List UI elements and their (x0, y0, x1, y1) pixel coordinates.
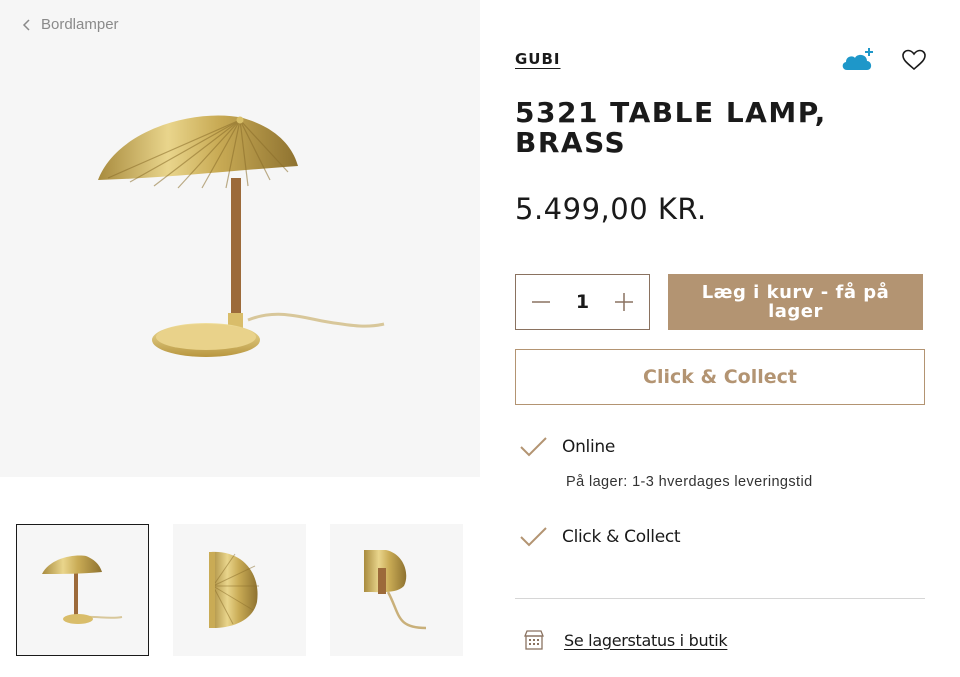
store-stock-link[interactable]: Se lagerstatus i butik (522, 628, 728, 652)
product-image-main[interactable]: Bordlamper (0, 0, 480, 477)
cloud-plus-button[interactable] (840, 46, 876, 74)
thumbnail-side[interactable] (330, 524, 463, 656)
lamp-top-thumbnail-image (209, 551, 259, 628)
checkmark-icon (520, 437, 547, 457)
breadcrumb[interactable]: Bordlamper (22, 16, 119, 33)
divider (515, 598, 925, 599)
product-price: 5.499,00 KR. (515, 192, 707, 226)
cloud-plus-icon (842, 48, 873, 70)
checkmark-icon (520, 527, 547, 547)
thumbnail-strip (16, 524, 463, 656)
heart-icon (902, 49, 926, 71)
thumbnail-front[interactable] (16, 524, 149, 656)
thumbnail-top[interactable] (173, 524, 306, 656)
availability-click-collect-label: Click & Collect (562, 527, 681, 547)
quantity-stepper: 1 (515, 274, 650, 330)
availability-online-label: Online (562, 437, 616, 457)
stock-note: På lager: 1-3 hverdages leveringstid (566, 474, 813, 490)
favorite-button[interactable] (901, 48, 927, 72)
minus-icon[interactable] (530, 291, 552, 313)
click-collect-button[interactable]: Click & Collect (515, 349, 925, 405)
lamp-side-thumbnail-image (364, 550, 427, 630)
breadcrumb-label: Bordlamper (41, 16, 119, 33)
availability-click-collect: Click & Collect (518, 526, 681, 548)
lamp-front-thumbnail-image (42, 555, 123, 624)
quantity-value[interactable]: 1 (563, 291, 603, 313)
add-to-cart-button[interactable]: Læg i kurv - få på lager (668, 274, 923, 330)
plus-icon[interactable] (613, 291, 635, 313)
brand-link[interactable]: GUBI (515, 50, 561, 68)
store-stock-link-label: Se lagerstatus i butik (564, 630, 728, 650)
table-lamp-image (98, 115, 385, 357)
store-icon (524, 630, 544, 650)
availability-online: Online (518, 436, 615, 458)
chevron-left-icon (22, 18, 30, 31)
product-title: 5321 TABLE LAMP, BRASS (515, 96, 827, 159)
